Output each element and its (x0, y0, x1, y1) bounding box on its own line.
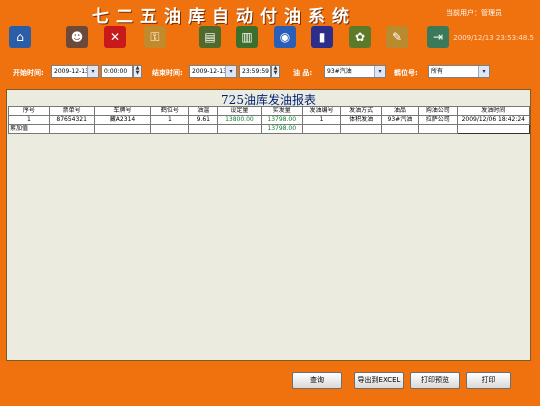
table-cell: 体积发油 (340, 115, 382, 125)
table-cell: 13798.00 (260, 115, 303, 125)
table-cell: 2009/12/06 18:42:24 (456, 115, 531, 125)
table-cell: 93#汽油 (380, 115, 419, 125)
column-header: 车牌号 (93, 106, 152, 116)
key-icon: ⚿ (150, 29, 160, 44)
home-icon: ⌂ (16, 30, 24, 44)
table-cell: 87654321 (48, 115, 95, 125)
table-cell: 1 (8, 115, 50, 125)
start-time-label: 开始时间: (13, 69, 44, 77)
end-date-picker[interactable]: 2009-12-13 ▾ (189, 65, 237, 78)
start-date-value: 2009-12-13 (54, 68, 89, 75)
toolbar-button-home[interactable]: ⌂ (9, 26, 31, 48)
settings-icon: ✿ (354, 30, 366, 44)
crane-number-label: 鹤位号: (394, 69, 418, 77)
datetime-display: 2009/12/13 23:53:48.5 (453, 34, 534, 42)
toolbar-button-truck[interactable]: ▥ (236, 26, 258, 48)
app-title: 七二五油库自动付油系统 (92, 7, 356, 27)
start-date-picker[interactable]: 2009-12-13 ▾ (51, 65, 99, 78)
column-header: 油温 (188, 106, 219, 116)
table-cell: 1 (301, 115, 342, 125)
column-header: 设定量 (217, 106, 262, 116)
table-cell (217, 124, 262, 134)
toolbar-button-edit[interactable]: ✎ (386, 26, 408, 48)
bar-chart-icon: ▮ (318, 30, 326, 44)
toolbar: ⌂ ☻ ✕ ⚿ ▤ ▥ ◉ ▮ ✿ ✎ ⇥ 2009/12/13 23:53:4… (0, 26, 540, 52)
table-cell (150, 124, 190, 134)
table-cell: 拉萨公司 (417, 115, 458, 125)
print-preview-button[interactable]: 打印预览 (410, 372, 460, 389)
total-label: 累加值 (8, 124, 50, 134)
end-date-value: 2009-12-13 (192, 68, 227, 75)
table-cell (340, 124, 382, 134)
table-cell (48, 124, 95, 134)
table-cell (380, 124, 419, 134)
toolbar-button-settings[interactable]: ✿ (349, 26, 371, 48)
start-time-spinner[interactable]: ▲ ▼ (133, 65, 142, 78)
query-button[interactable]: 查询 (292, 372, 342, 389)
total-row: 累加值 13798.00 (8, 124, 531, 134)
oil-type-value: 93#汽油 (327, 68, 352, 75)
table-header-row: 序号 票单号 车牌号 鹤位号 油温 设定量 实发量 发油编号 发油方式 油品 购… (8, 106, 531, 116)
table-cell (188, 124, 219, 134)
app-window: 七二五油库自动付油系统 当前用户：管理员 ⌂ ☻ ✕ ⚿ ▤ ▥ ◉ ▮ ✿ ✎… (0, 0, 540, 406)
export-excel-button[interactable]: 导出到EXCEL (354, 372, 404, 389)
delete-icon: ✕ (109, 30, 121, 44)
filter-bar: 开始时间: 2009-12-13 ▾ 0:00:00 ▲ ▼ 结束时间: 2009… (0, 58, 540, 84)
report-panel: 725油库发油报表 序号 票单号 车牌号 鹤位号 油温 设定量 实发量 发油编号… (6, 89, 531, 361)
column-header: 鹤位号 (150, 106, 190, 116)
end-time-label: 结束时间: (152, 69, 183, 77)
toolbar-button-disc[interactable]: ◉ (274, 26, 296, 48)
chevron-down-icon: ▾ (87, 66, 98, 77)
table-cell: 1 (150, 115, 190, 125)
dispenser-icon: ▤ (204, 30, 216, 44)
edit-icon: ✎ (391, 30, 403, 44)
column-header: 油品 (380, 106, 419, 116)
start-time-input[interactable]: 0:00:00 (101, 65, 133, 78)
current-user-label: 当前用户：管理员 (446, 9, 502, 17)
report-table: 序号 票单号 车牌号 鹤位号 油温 设定量 实发量 发油编号 发油方式 油品 购… (8, 106, 531, 134)
table-cell: 藏A2314 (93, 115, 152, 125)
toolbar-button-report[interactable]: ▮ (311, 26, 333, 48)
chevron-down-icon: ▾ (478, 66, 489, 77)
column-header: 序号 (8, 106, 50, 116)
table-cell (417, 124, 458, 134)
table-cell (456, 124, 531, 134)
column-header: 购油公司 (417, 106, 458, 116)
title-bar: 七二五油库自动付油系统 当前用户：管理员 (0, 0, 540, 27)
toolbar-button-users[interactable]: ☻ (66, 26, 88, 48)
toolbar-button-exit[interactable]: ⇥ (427, 26, 449, 48)
crane-number-select[interactable]: 所有 ▾ (428, 65, 490, 78)
toolbar-button-key[interactable]: ⚿ (144, 26, 166, 48)
chevron-down-icon: ▾ (374, 66, 385, 77)
column-header: 发油编号 (301, 106, 342, 116)
exit-icon: ⇥ (432, 30, 444, 44)
disc-icon: ◉ (279, 30, 291, 44)
print-button[interactable]: 打印 (466, 372, 511, 389)
report-title: 725油库发油报表 (221, 93, 316, 107)
crane-number-value: 所有 (431, 68, 444, 75)
oil-type-select[interactable]: 93#汽油 ▾ (324, 65, 386, 78)
start-time-value: 0:00:00 (104, 68, 128, 75)
end-time-spinner[interactable]: ▲ ▼ (271, 65, 280, 78)
table-cell: 9.61 (188, 115, 219, 125)
toolbar-button-dispenser[interactable]: ▤ (199, 26, 221, 48)
users-icon: ☻ (70, 30, 84, 44)
column-header: 实发量 (260, 106, 303, 116)
column-header: 发油方式 (340, 106, 382, 116)
end-time-value: 23:59:59 (242, 68, 269, 75)
table-cell: 13800.00 (217, 115, 262, 125)
toolbar-button-delete[interactable]: ✕ (104, 26, 126, 48)
truck-icon: ▥ (241, 30, 253, 44)
end-time-input[interactable]: 23:59:59 (239, 65, 271, 78)
table-cell (301, 124, 342, 134)
oil-type-label: 油 品: (293, 69, 313, 77)
column-header: 票单号 (48, 106, 95, 116)
chevron-down-icon: ▾ (225, 66, 236, 77)
table-cell (93, 124, 152, 134)
total-value: 13798.00 (260, 124, 303, 134)
table-row[interactable]: 1 87654321 藏A2314 1 9.61 13800.00 13798.… (8, 115, 531, 125)
column-header: 发油时间 (456, 106, 531, 116)
